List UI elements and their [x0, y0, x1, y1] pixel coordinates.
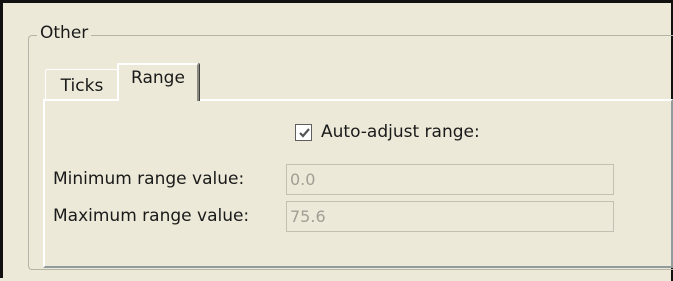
maximum-range-label: Maximum range value: [53, 206, 250, 226]
minimum-range-field[interactable]: 0.0 [286, 164, 614, 195]
tab-ticks-label: Ticks [60, 76, 104, 96]
auto-adjust-label: Auto-adjust range: [321, 122, 480, 142]
auto-adjust-range-option[interactable]: Auto-adjust range: [295, 122, 480, 142]
minimum-range-label: Minimum range value: [53, 169, 245, 189]
maximum-range-field[interactable]: 75.6 [286, 201, 614, 232]
checkmark-icon [299, 127, 310, 138]
tab-ticks[interactable]: Ticks [45, 69, 119, 100]
auto-adjust-checkbox[interactable] [295, 123, 312, 141]
options-panel: Other Ticks Range Auto-adjust range: Min… [0, 0, 673, 281]
groupbox-title: Other [37, 23, 92, 43]
tab-range-label: Range [131, 68, 185, 88]
tab-range[interactable]: Range [117, 63, 199, 101]
